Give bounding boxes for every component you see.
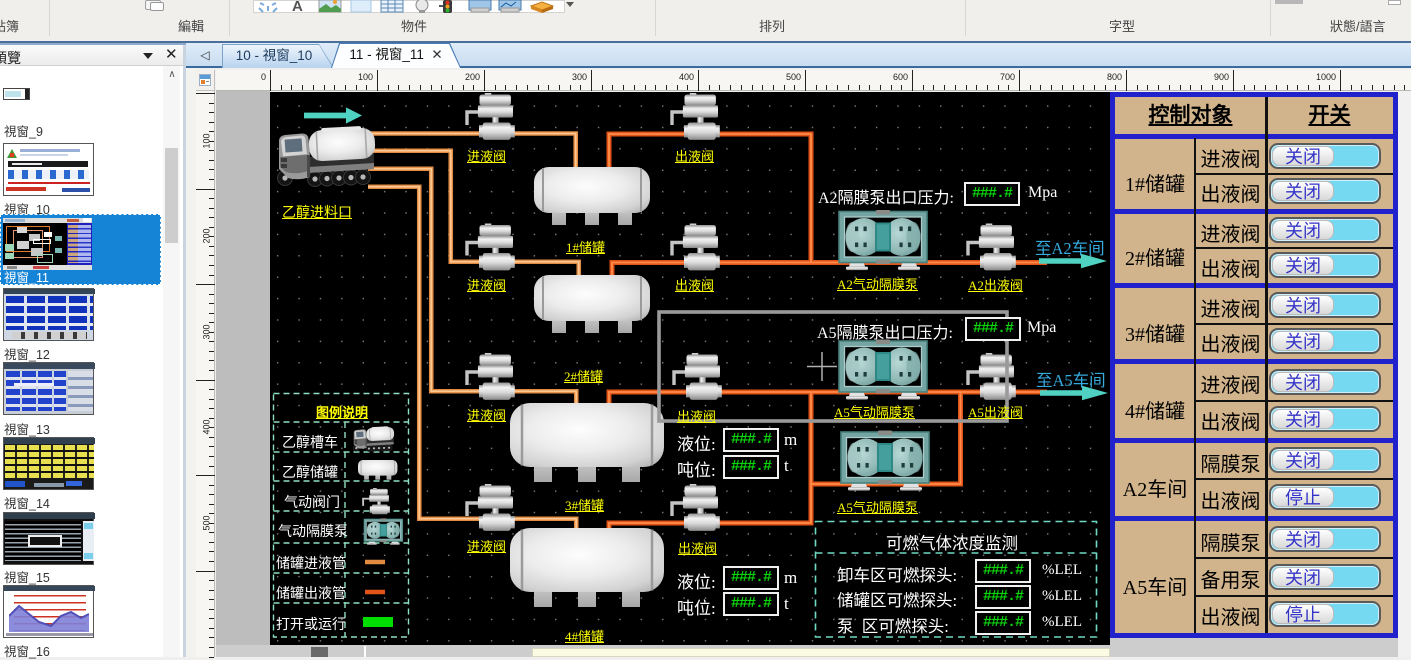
- svg-text:A: A: [292, 0, 303, 13]
